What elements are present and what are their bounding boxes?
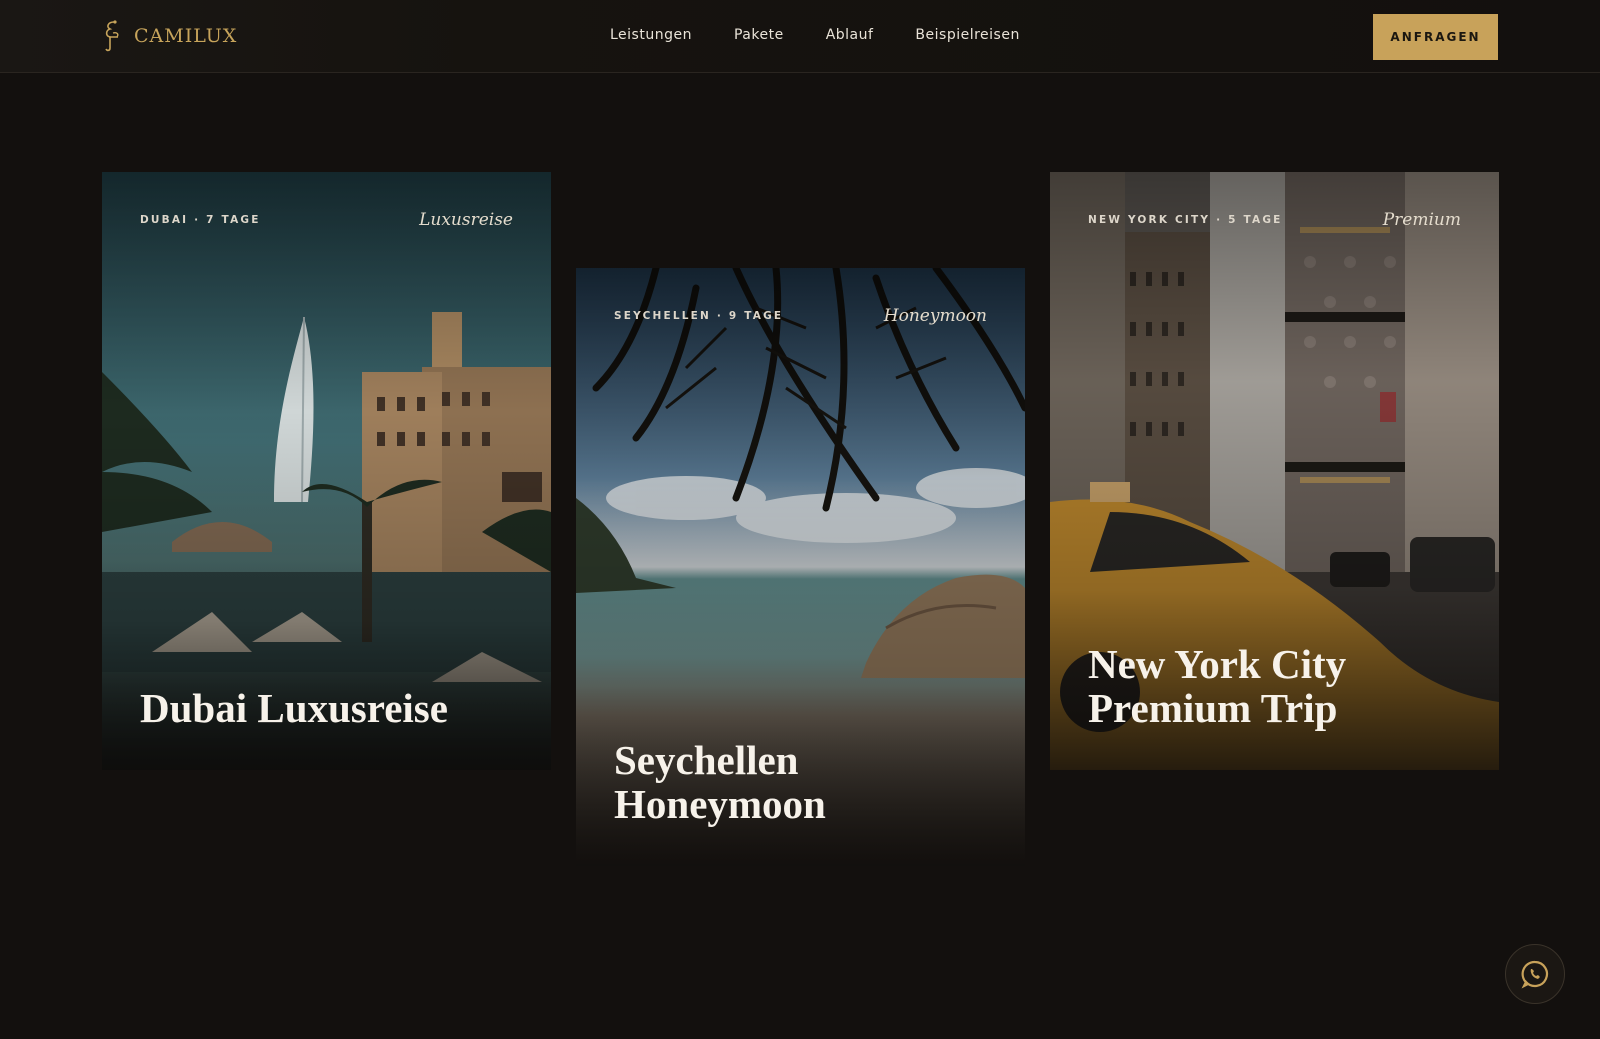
trip-meta: SEYCHELLEN · 9 TAGE	[614, 310, 784, 322]
trip-category-tag: Honeymoon	[883, 306, 987, 326]
main-nav: Leistungen Pakete Ablauf Beispielreisen	[610, 27, 1020, 43]
nav-link-leistungen[interactable]: Leistungen	[610, 27, 692, 43]
trip-title: Seychellen Honeymoon	[614, 737, 826, 827]
anfragen-button[interactable]: ANFRAGEN	[1373, 14, 1498, 60]
nav-link-ablauf[interactable]: Ablauf	[826, 27, 874, 43]
trip-title: Dubai Luxusreise	[140, 685, 448, 731]
dubai-image	[102, 172, 551, 770]
site-header: CAMILUX Leistungen Pakete Ablauf Beispie…	[0, 0, 1600, 73]
brand-logo[interactable]: CAMILUX	[100, 18, 237, 54]
logo-monogram-icon	[105, 20, 119, 52]
whatsapp-button[interactable]	[1505, 944, 1565, 1004]
nav-link-pakete[interactable]: Pakete	[734, 27, 784, 43]
whatsapp-icon	[1521, 960, 1549, 989]
trip-category-tag: Luxusreise	[419, 210, 513, 230]
trip-card-seychellen[interactable]: SEYCHELLEN · 9 TAGE Honeymoon Seychellen…	[576, 268, 1025, 866]
trip-category-tag: Premium	[1382, 210, 1461, 230]
trip-card-nyc[interactable]: NEW YORK CITY · 5 TAGE Premium New York …	[1050, 172, 1499, 770]
nav-link-beispielreisen[interactable]: Beispielreisen	[915, 27, 1019, 43]
brand-name: CAMILUX	[134, 25, 238, 47]
trip-meta: NEW YORK CITY · 5 TAGE	[1088, 214, 1283, 226]
trip-card-dubai[interactable]: DUBAI · 7 TAGE Luxusreise Dubai Luxusrei…	[102, 172, 551, 770]
trip-title: New York City Premium Trip	[1088, 641, 1347, 731]
trip-meta: DUBAI · 7 TAGE	[140, 214, 261, 226]
